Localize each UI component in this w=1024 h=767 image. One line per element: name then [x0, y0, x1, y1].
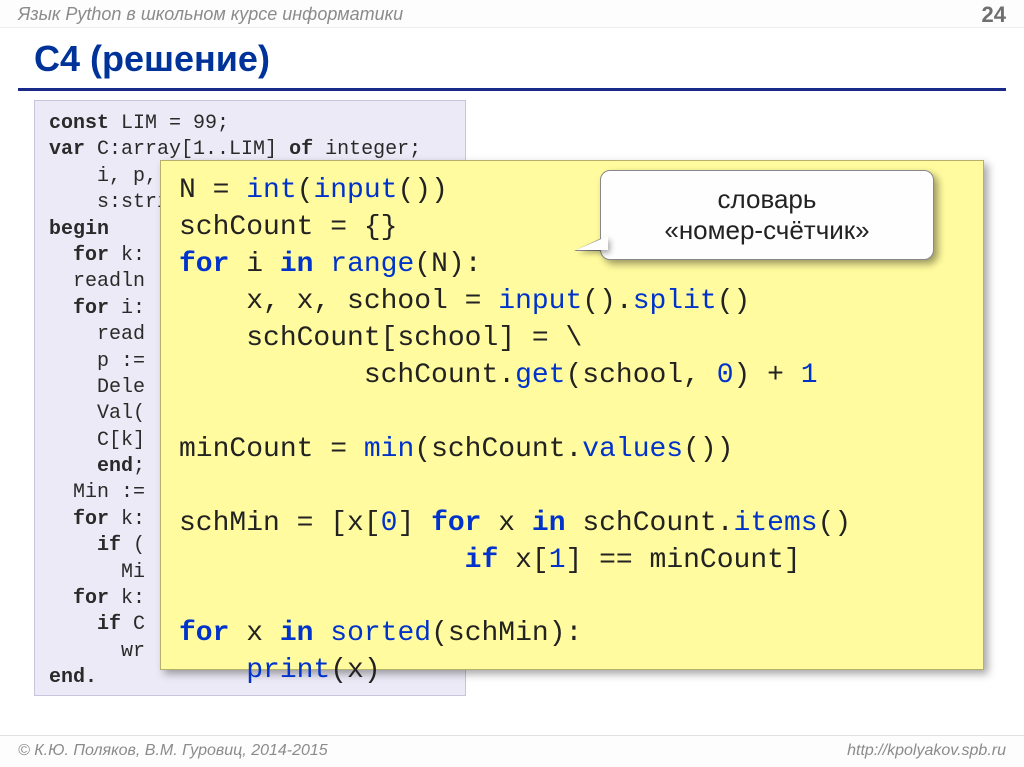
slide-title: C4 (решение) — [34, 38, 1024, 80]
callout-tail — [576, 236, 608, 250]
title-underline — [18, 88, 1006, 91]
header: Язык Python в школьном курсе информатики… — [0, 0, 1024, 28]
callout-box: словарь «номер-счётчик» — [600, 170, 934, 260]
footer: © К.Ю. Поляков, В.М. Гуровиц, 2014-2015 … — [0, 735, 1024, 767]
page-number: 24 — [982, 2, 1006, 28]
footer-url: http://kpolyakov.spb.ru — [847, 742, 1006, 760]
callout-text: словарь «номер-счётчик» — [664, 184, 869, 246]
footer-copyright: © К.Ю. Поляков, В.М. Гуровиц, 2014-2015 — [18, 742, 328, 760]
slide: Язык Python в школьном курсе информатики… — [0, 0, 1024, 767]
title-row: C4 (решение) — [34, 38, 1024, 80]
course-title: Язык Python в школьном курсе информатики — [18, 4, 403, 25]
